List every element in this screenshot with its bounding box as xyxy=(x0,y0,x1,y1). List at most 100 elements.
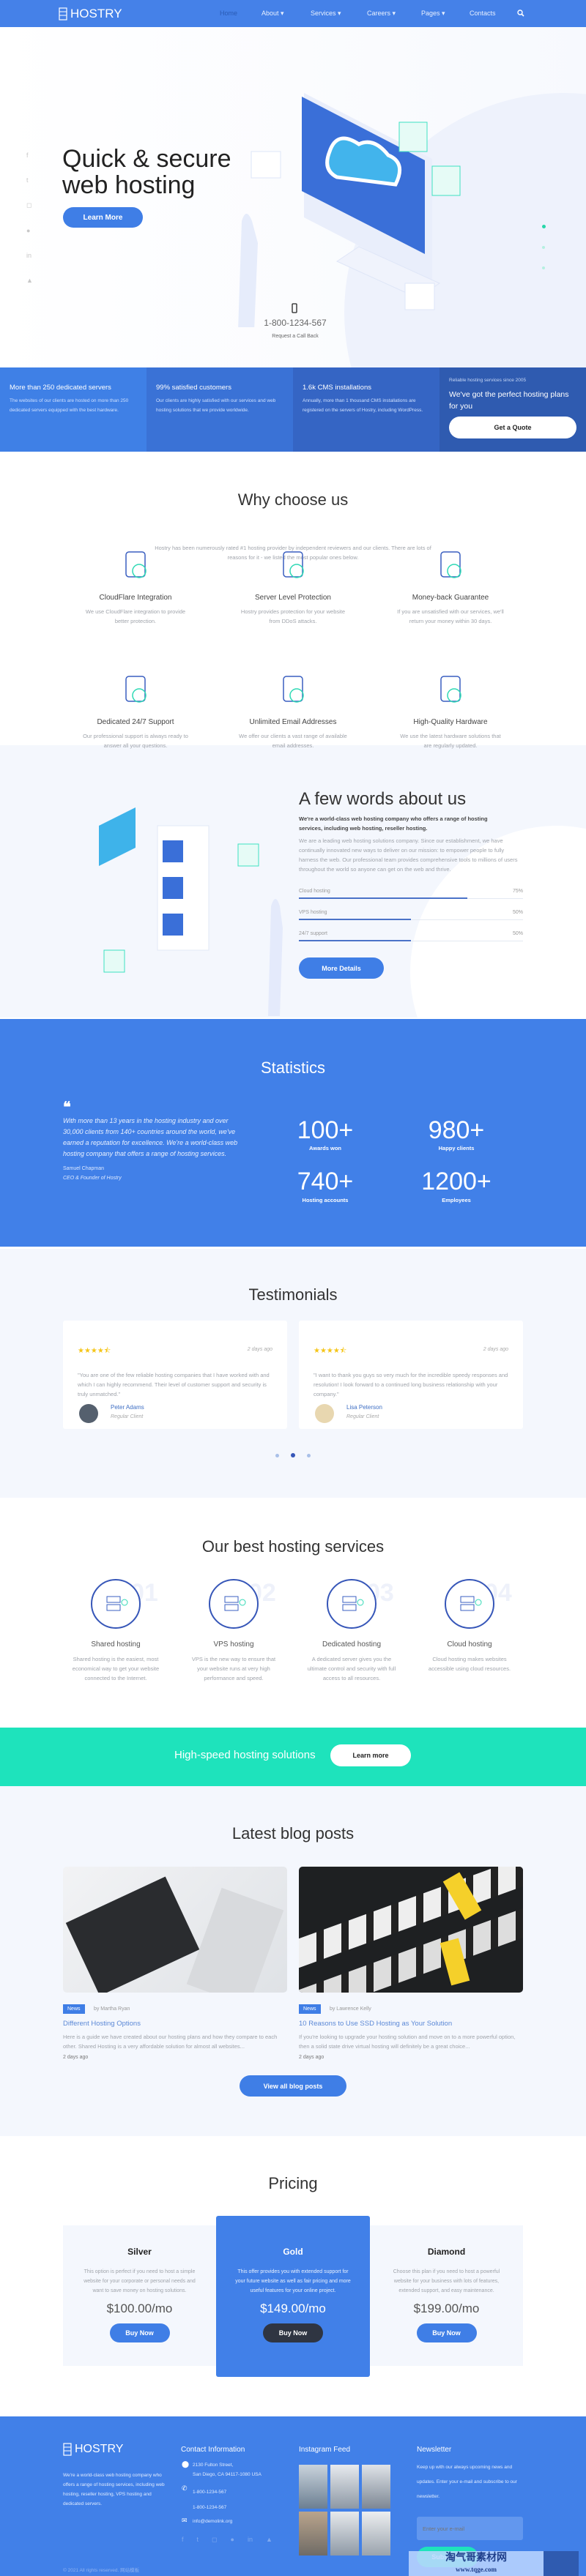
quote-kicker: Reliable hosting services since 2005 xyxy=(449,378,527,383)
footer-email[interactable]: info@demolink.org xyxy=(193,2517,232,2526)
instagram-photo[interactable] xyxy=(362,2512,390,2556)
facebook-icon[interactable]: f xyxy=(26,152,33,159)
post-title[interactable]: 10 Reasons to Use SSD Hosting as Your So… xyxy=(299,2020,523,2028)
instagram-icon[interactable]: ◻ xyxy=(26,201,33,209)
nav-careers[interactable]: Careers ▾ xyxy=(367,10,396,18)
footer-address: 2130 Fulton Street, San Diego, CA 94117-1… xyxy=(193,2463,262,2477)
post-excerpt: Here is a guide we have created about ou… xyxy=(63,2034,278,2050)
about-text: We are a leading web hosting solutions c… xyxy=(299,837,518,873)
service-icon[interactable] xyxy=(327,1579,377,1629)
quote-author-role: CEO & Founder of Hostry xyxy=(63,1176,122,1181)
avatar xyxy=(79,1404,98,1423)
linkedin-icon[interactable]: in xyxy=(26,252,33,259)
feature-title: Dedicated 24/7 Support xyxy=(97,718,174,726)
service-icon[interactable] xyxy=(445,1579,494,1629)
slider-dot[interactable] xyxy=(542,266,545,269)
pricing-title: Pricing xyxy=(268,2174,318,2192)
post-title[interactable]: Different Hosting Options xyxy=(63,2020,287,2028)
stat-value: 1200+ xyxy=(421,1168,492,1195)
learn-more-button[interactable]: Learn More xyxy=(63,207,143,228)
buy-now-button[interactable]: Buy Now xyxy=(109,2323,170,2342)
plan-price: $149.00/mo xyxy=(260,2301,326,2315)
linkedin-icon[interactable]: in xyxy=(248,2536,253,2544)
location-pin-icon: ⬤ xyxy=(182,2460,190,2468)
post-author[interactable]: by Martha Ryan xyxy=(94,2006,130,2012)
slider-dot-active[interactable] xyxy=(542,225,546,228)
nav-about[interactable]: About ▾ xyxy=(262,10,284,18)
about-section: A few words about us We're a world-class… xyxy=(0,745,586,1018)
stat-label: Employees xyxy=(442,1197,471,1203)
plan-description: This option is perfect if you need to ho… xyxy=(84,2269,196,2293)
instagram-photo[interactable] xyxy=(299,2512,327,2556)
mobile-phone-icon xyxy=(292,303,297,313)
twitter-icon[interactable]: t xyxy=(197,2536,199,2544)
logo[interactable]: HOSTRY xyxy=(59,7,122,21)
testimonial-name[interactable]: Peter Adams xyxy=(111,1404,144,1411)
post-tag[interactable]: News xyxy=(63,2004,85,2014)
instagram-icon[interactable]: ◻ xyxy=(212,2536,217,2544)
facebook-icon[interactable]: f xyxy=(182,2536,184,2544)
snapchat-icon[interactable]: ▲ xyxy=(266,2536,272,2544)
buy-now-button[interactable]: Buy Now xyxy=(263,2323,323,2342)
service-icon[interactable] xyxy=(91,1579,141,1629)
copyright-link[interactable]: 网站模板 xyxy=(120,2568,139,2573)
more-details-button[interactable]: More Details xyxy=(299,957,384,979)
blog-image-network[interactable] xyxy=(299,1867,523,1993)
feature-title: Unlimited Email Addresses xyxy=(249,718,337,726)
instagram-photo[interactable] xyxy=(330,2512,359,2556)
plan-price: $100.00/mo xyxy=(106,2301,173,2315)
search-icon[interactable] xyxy=(517,10,524,17)
hero-phone[interactable]: 1-800-1234-567 xyxy=(220,318,371,328)
carousel-dot[interactable] xyxy=(307,1453,311,1457)
nav-home[interactable]: Home xyxy=(220,10,237,17)
pinterest-icon[interactable]: ● xyxy=(26,227,33,234)
cta-learn-more-button[interactable]: Learn more xyxy=(330,1744,411,1766)
phone-shield-icon xyxy=(283,551,304,578)
stat-label: Hosting accounts xyxy=(302,1197,349,1203)
post-author[interactable]: by Lawrence Kelly xyxy=(330,2006,371,2012)
testimonial-time: 2 days ago xyxy=(483,1347,508,1352)
twitter-icon[interactable]: t xyxy=(26,176,33,184)
testimonial-name[interactable]: Lisa Peterson xyxy=(346,1404,382,1411)
feature-text: We offer our clients a vast range of ava… xyxy=(239,733,347,749)
service-text: Shared hosting is the easiest, most econ… xyxy=(72,1656,160,1681)
instagram-photo[interactable] xyxy=(299,2465,327,2509)
nav-contacts[interactable]: Contacts xyxy=(470,10,496,17)
newsletter-email-input[interactable] xyxy=(417,2517,523,2540)
get-quote-button[interactable]: Get a Quote xyxy=(449,417,576,438)
progress-bar: Cloud hosting 75% xyxy=(299,889,523,903)
progress-label: VPS hosting xyxy=(299,910,327,915)
slider-dot[interactable] xyxy=(542,246,545,249)
stat-value: 980+ xyxy=(428,1116,485,1144)
pricing-card: Silver This option is perfect if you nee… xyxy=(63,2225,216,2366)
about-lead: We're a world-class web hosting company … xyxy=(299,815,488,832)
instagram-grid xyxy=(299,2465,390,2556)
nav-pages[interactable]: Pages ▾ xyxy=(421,10,445,18)
blog-image-laptop[interactable] xyxy=(63,1867,287,1993)
carousel-dot-active[interactable] xyxy=(291,1453,295,1457)
snapchat-icon[interactable]: ▲ xyxy=(26,277,33,284)
view-all-posts-button[interactable]: View all blog posts xyxy=(240,2075,346,2097)
watermark: 淘气哥素材网 www.tqge.com xyxy=(409,2551,579,2576)
quote-title: We've got the perfect hosting plans for … xyxy=(449,390,569,411)
service-item: 04 Cloud hosting Cloud hosting makes web… xyxy=(411,1579,528,1673)
progress-fill xyxy=(299,919,411,920)
service-icon[interactable] xyxy=(209,1579,259,1629)
carousel-dot[interactable] xyxy=(275,1453,279,1457)
instagram-photo[interactable] xyxy=(330,2465,359,2509)
stat-value: 100+ xyxy=(297,1116,354,1144)
instagram-photo[interactable] xyxy=(362,2465,390,2509)
feature-text: Our professional support is always ready… xyxy=(83,733,188,749)
pinterest-icon[interactable]: ● xyxy=(231,2536,234,2544)
feature-title: CloudFlare Integration xyxy=(99,594,172,602)
post-tag[interactable]: News xyxy=(299,2004,321,2014)
feature-text: We use the latest hardware solutions tha… xyxy=(400,733,501,749)
footer-logo[interactable]: HOSTRY xyxy=(63,2443,123,2456)
progress-value: 50% xyxy=(512,931,523,936)
nav-services[interactable]: Services ▾ xyxy=(311,10,341,18)
request-callback-link[interactable]: Request a Call Back xyxy=(220,334,371,339)
feature-text: Hostry provides protection for your webs… xyxy=(240,608,346,624)
buy-now-button[interactable]: Buy Now xyxy=(416,2323,477,2342)
plan-description: Choose this plan if you need to host a p… xyxy=(393,2269,500,2293)
service-item: 01 Shared hosting Shared hosting is the … xyxy=(57,1579,174,1683)
